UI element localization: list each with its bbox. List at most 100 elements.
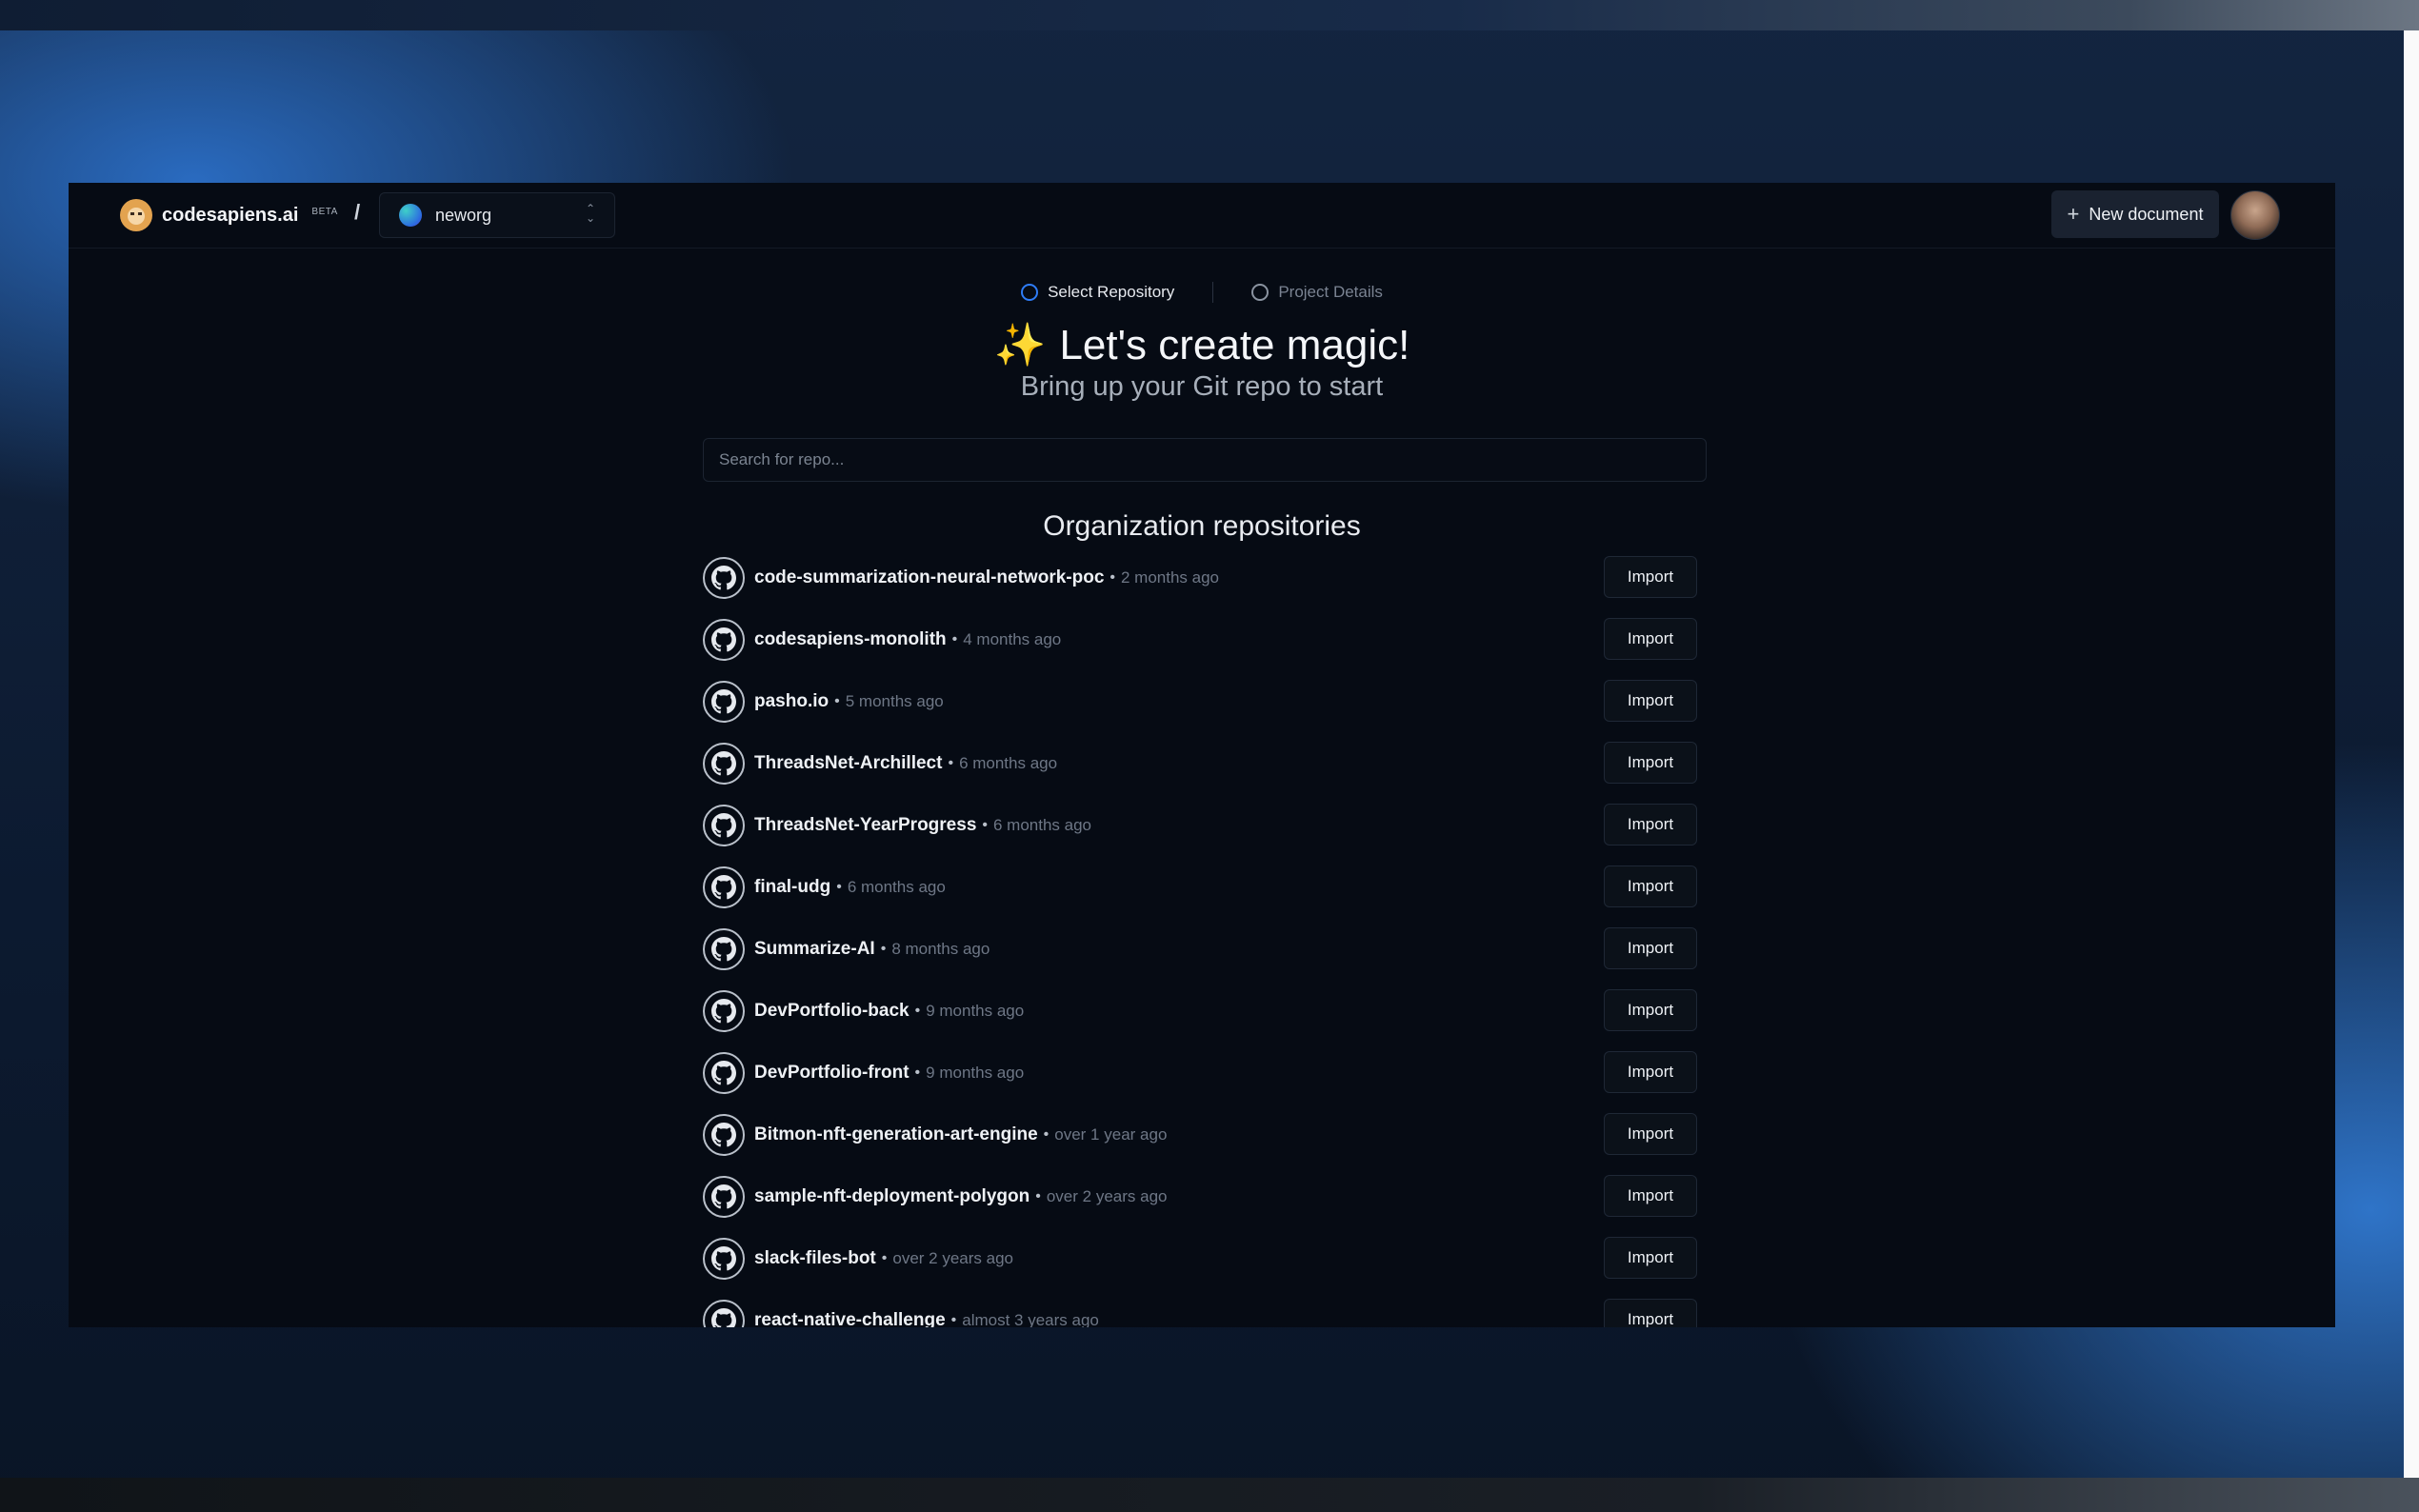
repo-row: final-udg • 6 months ago Import: [703, 856, 1707, 918]
github-icon: [703, 556, 745, 599]
repo-row: ThreadsNet-Archillect • 6 months ago Imp…: [703, 732, 1707, 794]
repo-updated: 8 months ago: [891, 939, 990, 958]
github-icon: [703, 1113, 745, 1156]
step-select-repository[interactable]: Select Repository: [1021, 282, 1174, 303]
repo-row: sample-nft-deployment-polygon • over 2 y…: [703, 1165, 1707, 1227]
step-project-details[interactable]: Project Details: [1251, 282, 1383, 303]
repo-name[interactable]: code-summarization-neural-network-poc: [754, 567, 1104, 588]
repo-row: pasho.io • 5 months ago Import: [703, 670, 1707, 732]
github-icon: [703, 927, 745, 970]
new-document-label: New document: [2089, 204, 2204, 224]
page-title: ✨ Let's create magic!: [69, 320, 2335, 369]
org-name: neworg: [435, 205, 492, 225]
import-button[interactable]: Import: [1604, 556, 1697, 598]
repo-name[interactable]: slack-files-bot: [754, 1248, 876, 1269]
page-subtitle: Bring up your Git repo to start: [1020, 371, 1384, 402]
github-icon: [703, 865, 745, 908]
import-button[interactable]: Import: [1604, 989, 1697, 1031]
repo-name[interactable]: final-udg: [754, 877, 830, 898]
import-button[interactable]: Import: [1604, 618, 1697, 660]
user-avatar[interactable]: [2230, 190, 2280, 240]
import-button[interactable]: Import: [1604, 680, 1697, 722]
repo-name[interactable]: ThreadsNet-YearProgress: [754, 815, 976, 836]
step-label: Project Details: [1278, 283, 1383, 301]
step-circle-icon: [1021, 284, 1039, 301]
repo-name[interactable]: pasho.io: [754, 691, 829, 712]
separator-dot: •: [1035, 1187, 1041, 1204]
import-button[interactable]: Import: [1604, 1175, 1697, 1217]
github-icon: [703, 989, 745, 1032]
repo-row: code-summarization-neural-network-poc • …: [703, 547, 1707, 608]
step-divider: [1212, 282, 1214, 303]
separator-dot: •: [948, 754, 954, 771]
separator-dot: •: [914, 1002, 921, 1019]
repo-row: DevPortfolio-front • 9 months ago Import: [703, 1042, 1707, 1104]
repo-name[interactable]: ThreadsNet-Archillect: [754, 753, 942, 774]
github-icon: [703, 804, 745, 846]
brand-name: codesapiens.ai: [162, 204, 299, 226]
github-icon: [703, 1175, 745, 1218]
repo-updated: 2 months ago: [1121, 567, 1220, 587]
import-button[interactable]: Import: [1604, 927, 1697, 969]
plus-icon: +: [2067, 202, 2080, 226]
repo-name[interactable]: DevPortfolio-back: [754, 1001, 910, 1022]
repo-updated: over 2 years ago: [892, 1248, 1014, 1267]
import-button[interactable]: Import: [1604, 742, 1697, 784]
section-heading: Organization repositories: [1043, 510, 1361, 542]
repo-row: DevPortfolio-back • 9 months ago Import: [703, 980, 1707, 1042]
github-icon: [703, 1051, 745, 1094]
repo-list: code-summarization-neural-network-poc • …: [703, 547, 1707, 1327]
repo-name[interactable]: Summarize-AI: [754, 939, 875, 960]
search-repo-input[interactable]: [703, 438, 1707, 482]
repo-updated: 6 months ago: [959, 753, 1058, 772]
new-document-button[interactable]: + New document: [2051, 190, 2219, 238]
brand[interactable]: codesapiens.ai BETA: [120, 198, 338, 232]
repo-name[interactable]: react-native-challenge: [754, 1310, 946, 1328]
org-avatar-icon: [399, 204, 422, 227]
separator-dot: •: [881, 1249, 888, 1266]
repo-name[interactable]: Bitmon-nft-generation-art-engine: [754, 1124, 1038, 1145]
import-button[interactable]: Import: [1604, 1237, 1697, 1279]
separator-dot: •: [982, 816, 988, 833]
repo-updated: over 2 years ago: [1046, 1186, 1168, 1205]
step-label: Select Repository: [1048, 283, 1175, 301]
repo-row: react-native-challenge • almost 3 years …: [703, 1289, 1707, 1327]
github-icon: [703, 618, 745, 661]
separator-dot: •: [834, 692, 840, 709]
desktop-top-strip: [0, 0, 2419, 30]
separator-dot: •: [880, 940, 887, 957]
desktop-right-edge: [2404, 30, 2419, 1478]
page-title-text: Let's create magic!: [1059, 322, 1410, 368]
repo-updated: 9 months ago: [926, 1063, 1025, 1082]
github-icon: [703, 1299, 745, 1327]
separator-dot: •: [836, 878, 842, 895]
org-selector[interactable]: neworg ⌃ ⌄: [379, 192, 615, 238]
repo-row: Bitmon-nft-generation-art-engine • over …: [703, 1104, 1707, 1165]
repo-updated: 5 months ago: [845, 691, 944, 710]
separator-dot: •: [950, 1311, 957, 1328]
separator-dot: •: [1110, 568, 1115, 586]
repo-row: Summarize-AI • 8 months ago Import: [703, 918, 1707, 980]
repo-updated: almost 3 years ago: [962, 1310, 1099, 1328]
repo-updated: 6 months ago: [993, 815, 1092, 834]
import-button[interactable]: Import: [1604, 1113, 1697, 1155]
repo-row: codesapiens-monolith • 4 months ago Impo…: [703, 608, 1707, 670]
import-button[interactable]: Import: [1604, 865, 1697, 907]
github-icon: [703, 1237, 745, 1280]
repo-row: ThreadsNet-YearProgress • 6 months ago I…: [703, 794, 1707, 856]
desktop-bottom-strip: [0, 1478, 2419, 1512]
sparkles-icon: ✨: [993, 322, 1047, 368]
repo-name[interactable]: sample-nft-deployment-polygon: [754, 1186, 1030, 1207]
repo-updated: 4 months ago: [963, 629, 1062, 648]
stepper: Select Repository Project Details: [69, 282, 2335, 303]
repo-updated: 6 months ago: [847, 877, 946, 896]
import-button[interactable]: Import: [1604, 804, 1697, 846]
app-window: codesapiens.ai BETA / neworg ⌃ ⌄ + New do…: [69, 183, 2335, 1327]
import-button[interactable]: Import: [1604, 1299, 1697, 1327]
repo-name[interactable]: DevPortfolio-front: [754, 1063, 910, 1084]
github-icon: [703, 680, 745, 723]
repo-name[interactable]: codesapiens-monolith: [754, 629, 947, 650]
import-button[interactable]: Import: [1604, 1051, 1697, 1093]
chevron-up-down-icon: ⌃ ⌄: [585, 202, 595, 225]
separator-dot: •: [1043, 1125, 1050, 1143]
